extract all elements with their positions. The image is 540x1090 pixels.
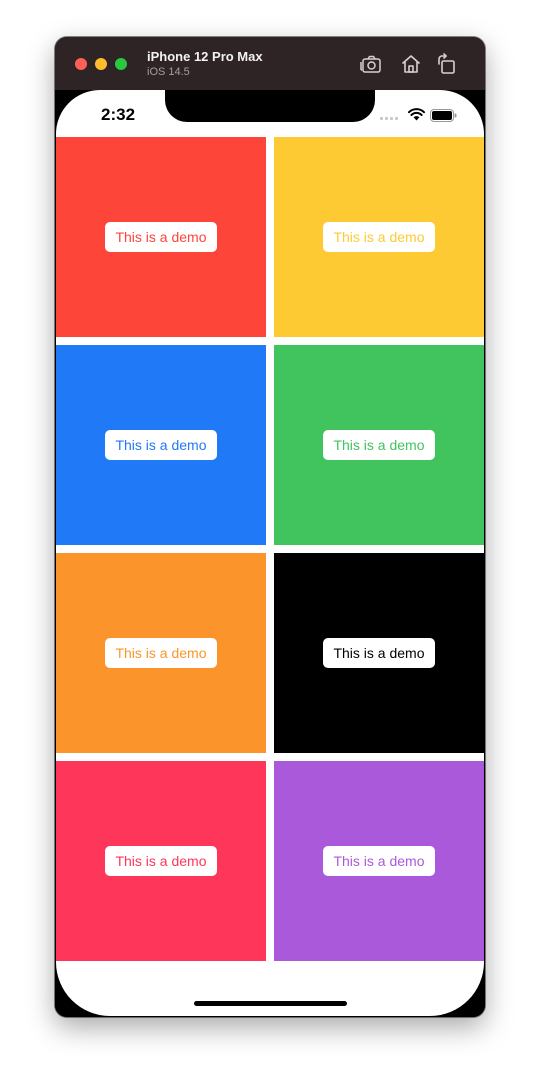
- tile-black: This is a demo: [274, 553, 484, 753]
- tile-yellow: This is a demo: [274, 137, 484, 337]
- rotate-icon[interactable]: [435, 52, 459, 76]
- tile-orange: This is a demo: [56, 553, 266, 753]
- close-window-button[interactable]: [75, 58, 87, 70]
- demo-button[interactable]: This is a demo: [323, 638, 435, 668]
- tile-green: This is a demo: [274, 345, 484, 545]
- demo-button[interactable]: This is a demo: [323, 222, 435, 252]
- demo-button[interactable]: This is a demo: [105, 846, 217, 876]
- cellular-signal-icon: [380, 117, 400, 120]
- wifi-icon: [408, 108, 425, 121]
- home-indicator[interactable]: [194, 1001, 347, 1006]
- tile-red: This is a demo: [56, 137, 266, 337]
- status-bar-time: 2:32: [101, 105, 136, 124]
- device-frame: 2:32 This is a demo This is a demo This …: [55, 90, 485, 1017]
- screenshot-icon[interactable]: [359, 52, 383, 76]
- simulator-window: iPhone 12 Pro Max iOS 14.5 2:32 This is …: [55, 37, 485, 1017]
- demo-button[interactable]: This is a demo: [105, 222, 217, 252]
- simulator-title-bar: iPhone 12 Pro Max iOS 14.5: [55, 37, 485, 91]
- battery-icon: [430, 109, 457, 122]
- device-screen: 2:32 This is a demo This is a demo This …: [56, 90, 484, 1016]
- demo-button[interactable]: This is a demo: [323, 430, 435, 460]
- maximize-window-button[interactable]: [115, 58, 127, 70]
- device-os-version: iOS 14.5: [147, 66, 190, 78]
- tile-blue: This is a demo: [56, 345, 266, 545]
- demo-button[interactable]: This is a demo: [323, 846, 435, 876]
- tile-pink: This is a demo: [56, 761, 266, 961]
- camera-notch: [165, 90, 375, 122]
- demo-button[interactable]: This is a demo: [105, 430, 217, 460]
- tile-purple: This is a demo: [274, 761, 484, 961]
- status-bar-icons: [380, 108, 460, 122]
- device-name: iPhone 12 Pro Max: [147, 49, 263, 64]
- home-icon[interactable]: [399, 52, 423, 76]
- demo-button[interactable]: This is a demo: [105, 638, 217, 668]
- minimize-window-button[interactable]: [95, 58, 107, 70]
